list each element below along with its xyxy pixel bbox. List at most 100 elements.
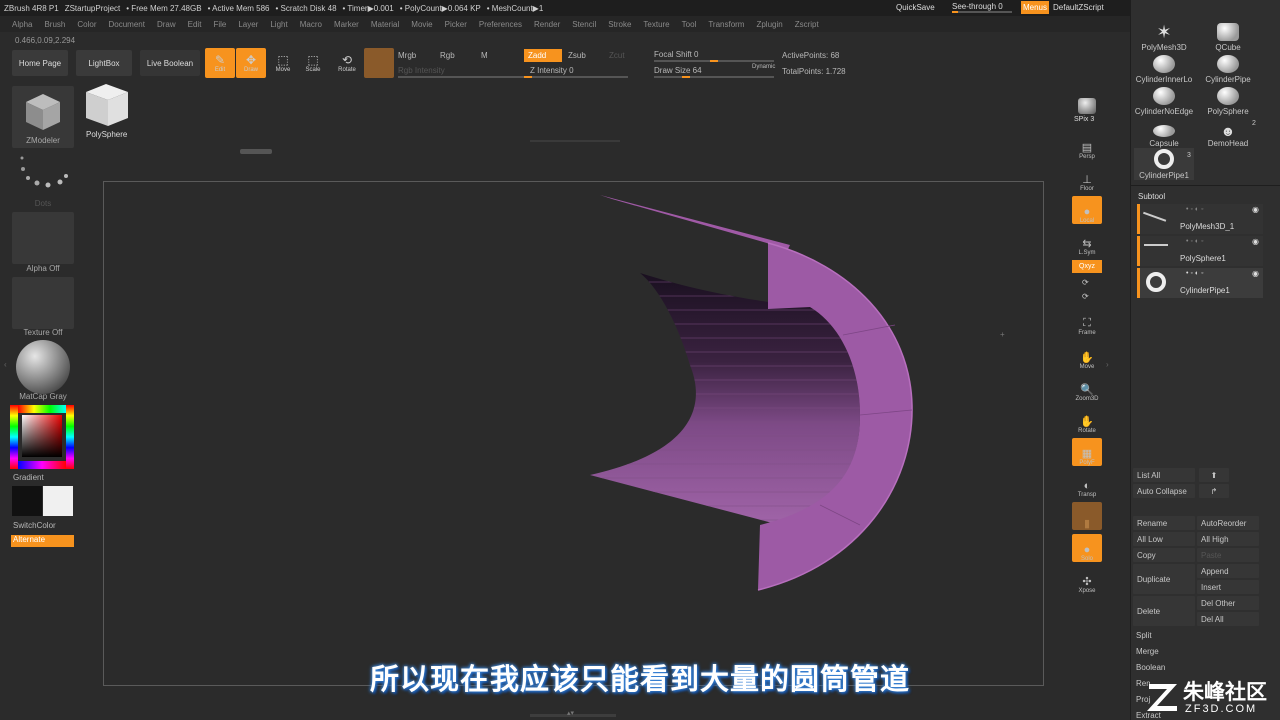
- tool-scroll[interactable]: [240, 149, 272, 154]
- merge-menu[interactable]: Merge: [1136, 647, 1159, 656]
- menu-tool[interactable]: Tool: [682, 20, 697, 29]
- seethrough-slider[interactable]: See-through 0: [952, 2, 1012, 11]
- subtool-title[interactable]: Subtool: [1138, 192, 1165, 201]
- menu-layer[interactable]: Layer: [238, 20, 258, 29]
- polyf-button[interactable]: ▦ PolyF: [1072, 438, 1102, 466]
- subtool-visibility-icons[interactable]: • ◦ ◐ ◦: [1186, 206, 1203, 213]
- mrgb-button[interactable]: Mrgb: [398, 51, 416, 60]
- move-up-icon[interactable]: ⬆: [1199, 468, 1229, 482]
- menu-color[interactable]: Color: [77, 20, 96, 29]
- auto-collapse-button[interactable]: Auto Collapse: [1133, 484, 1195, 498]
- home-page-button[interactable]: Home Page: [12, 50, 68, 76]
- zcut-button[interactable]: Zcut: [609, 51, 625, 60]
- tool-qcube[interactable]: QCube: [1198, 20, 1258, 52]
- rotate-button[interactable]: ⟲ Rotate: [332, 48, 362, 78]
- list-all-button[interactable]: List All: [1133, 468, 1195, 482]
- all-low-button[interactable]: All Low: [1133, 532, 1195, 546]
- all-high-button[interactable]: All High: [1197, 532, 1259, 546]
- menu-material[interactable]: Material: [371, 20, 399, 29]
- split-menu[interactable]: Split: [1136, 631, 1152, 640]
- tool-capsule[interactable]: Capsule: [1134, 116, 1194, 148]
- tool-cylinderinnerlo[interactable]: CylinderInnerLo: [1134, 52, 1194, 84]
- polysphere-tool-thumb[interactable]: [84, 82, 130, 128]
- menu-marker[interactable]: Marker: [334, 20, 359, 29]
- edit-button[interactable]: ✎ Edit: [205, 48, 235, 78]
- left-collapse-icon[interactable]: ‹: [4, 360, 7, 369]
- floor-button[interactable]: ⊥ Floor: [1072, 164, 1102, 192]
- lsym-button[interactable]: ⇆ L.Sym: [1072, 228, 1102, 256]
- bpr-button[interactable]: [1072, 86, 1102, 114]
- subtool-row-1[interactable]: • ◦ ◐ ◦ ◉ PolyMesh3D_1: [1137, 204, 1263, 234]
- menu-stroke[interactable]: Stroke: [608, 20, 631, 29]
- delete-button[interactable]: Delete: [1133, 596, 1195, 626]
- eye-icon[interactable]: ◉: [1252, 269, 1259, 278]
- menu-draw[interactable]: Draw: [157, 20, 176, 29]
- dynamic-toggle[interactable]: Dynamic: [752, 64, 775, 70]
- menu-light[interactable]: Light: [270, 20, 287, 29]
- scale-button[interactable]: ⬚ Scale: [298, 48, 328, 78]
- rename-button[interactable]: Rename: [1133, 516, 1195, 530]
- menu-preferences[interactable]: Preferences: [479, 20, 522, 29]
- solo-button[interactable]: ● Solo: [1072, 534, 1102, 562]
- draw-size-track[interactable]: [654, 76, 774, 78]
- quicksave-button[interactable]: QuickSave: [896, 3, 935, 12]
- tool-cylinderpipe[interactable]: CylinderPipe: [1198, 52, 1258, 84]
- z-intensity-slider[interactable]: Z Intensity 0: [530, 66, 574, 75]
- subtool-row-2[interactable]: • ◦ ◐ ◦ ◉ PolySphere1: [1137, 236, 1263, 266]
- zoom3d-button[interactable]: 🔍 Zoom3D: [1072, 374, 1102, 402]
- move-button[interactable]: ⬚ Move: [268, 48, 298, 78]
- texture-slot[interactable]: [12, 277, 74, 329]
- canvas-scroll-top[interactable]: [530, 140, 620, 142]
- menu-picker[interactable]: Picker: [445, 20, 467, 29]
- main-color-swatch[interactable]: [12, 486, 42, 516]
- transp-button[interactable]: ◐ Transp: [1072, 470, 1102, 498]
- local-button[interactable]: ● Local: [1072, 196, 1102, 224]
- menu-document[interactable]: Document: [109, 20, 145, 29]
- m-button[interactable]: M: [481, 51, 488, 60]
- rotate-z-icon[interactable]: ⟳: [1082, 292, 1089, 301]
- switchcolor-button[interactable]: SwitchColor: [13, 521, 56, 530]
- stroke-dots-icon[interactable]: [14, 150, 74, 200]
- draw-size-slider[interactable]: Draw Size 64: [654, 66, 702, 75]
- append-button[interactable]: Append: [1197, 564, 1259, 578]
- spix-slider[interactable]: SPix 3: [1074, 116, 1094, 123]
- tool-cylindernoedge[interactable]: CylinderNoEdge: [1134, 84, 1194, 116]
- seethrough-track[interactable]: [952, 11, 1012, 13]
- subtool-visibility-icons[interactable]: • ◦ ◐ ◦: [1186, 238, 1203, 245]
- draw-button[interactable]: ✥ Draw: [236, 48, 266, 78]
- tray-arrow-icon[interactable]: ▴▾: [567, 709, 574, 717]
- tool-polysphere[interactable]: PolySphere: [1198, 84, 1258, 116]
- menu-zscript[interactable]: Zscript: [795, 20, 819, 29]
- focal-shift-slider[interactable]: Focal Shift 0: [654, 50, 698, 59]
- copy-button[interactable]: Copy: [1133, 548, 1195, 562]
- insert-button[interactable]: Insert: [1197, 580, 1259, 594]
- move-view-button[interactable]: ✋ Move: [1072, 342, 1102, 370]
- tool-demohead[interactable]: ☻ DemoHead: [1198, 116, 1258, 148]
- persp-button[interactable]: ▤ Persp: [1072, 132, 1102, 160]
- lightbox-button[interactable]: LightBox: [76, 50, 132, 76]
- menu-macro[interactable]: Macro: [300, 20, 322, 29]
- rotate-y-icon[interactable]: ⟳: [1082, 278, 1089, 287]
- color-picker[interactable]: [10, 405, 74, 469]
- del-other-button[interactable]: Del Other: [1197, 596, 1259, 610]
- live-boolean-button[interactable]: Live Boolean: [140, 50, 200, 76]
- matcap-material[interactable]: [16, 340, 70, 394]
- tool-polymesh3d[interactable]: ✶ PolyMesh3D: [1134, 20, 1194, 52]
- duplicate-button[interactable]: Duplicate: [1133, 564, 1195, 594]
- xpose-button[interactable]: ✣ Xpose: [1072, 566, 1102, 594]
- eye-icon[interactable]: ◉: [1252, 237, 1259, 246]
- rgb-intensity-slider[interactable]: Rgb Intensity: [398, 66, 445, 75]
- cylinder-pipe-mesh[interactable]: [560, 185, 960, 605]
- menu-zplugin[interactable]: Zplugin: [756, 20, 782, 29]
- del-all-button[interactable]: Del All: [1197, 612, 1259, 626]
- secondary-color-swatch[interactable]: [43, 486, 73, 516]
- menu-brush[interactable]: Brush: [44, 20, 65, 29]
- arrow-icon[interactable]: ↱: [1199, 484, 1229, 498]
- menu-edit[interactable]: Edit: [188, 20, 202, 29]
- rotate-view-button[interactable]: ✋ Rotate: [1072, 406, 1102, 434]
- shelf-collapse-icon[interactable]: ›: [1106, 360, 1109, 369]
- menu-stencil[interactable]: Stencil: [572, 20, 596, 29]
- menu-movie[interactable]: Movie: [411, 20, 432, 29]
- alpha-slot[interactable]: [12, 212, 74, 264]
- paste-button[interactable]: Paste: [1197, 548, 1259, 562]
